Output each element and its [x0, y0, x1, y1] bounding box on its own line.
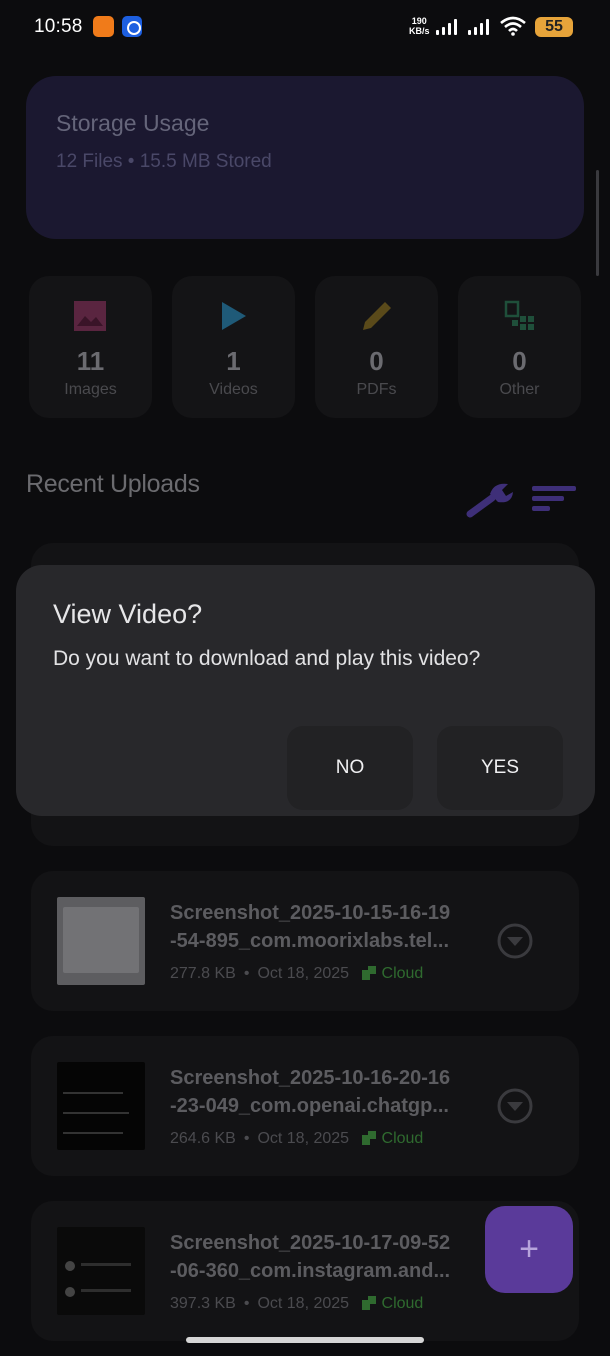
pencil-icon: [363, 302, 391, 330]
file-thumbnail: [57, 1062, 145, 1150]
file-thumbnail: [57, 897, 145, 985]
file-size: 277.8 KB: [170, 965, 236, 982]
file-location: Cloud: [381, 1130, 424, 1147]
category-videos[interactable]: 1 Videos: [172, 276, 295, 418]
dialog-title: View Video?: [53, 599, 203, 629]
file-name-line: -06-360_com.instagram.and...: [170, 1260, 451, 1282]
meta-separator: •: [243, 1295, 250, 1312]
category-label: Images: [64, 381, 117, 398]
dialog-message: Do you want to download and play this vi…: [53, 647, 481, 670]
category-other[interactable]: 0 Other: [458, 276, 581, 418]
category-label: Other: [499, 381, 540, 398]
storage-usage-card[interactable]: Storage Usage 12 Files • 15.5 MB Stored: [26, 76, 584, 239]
no-button[interactable]: NO: [287, 726, 413, 810]
meta-separator: •: [243, 1130, 250, 1147]
file-name: Screenshot_2025-10-17-09-52 -06-360_com.…: [170, 1229, 470, 1285]
home-indicator[interactable]: [186, 1337, 424, 1343]
app-notification-icon: [122, 16, 142, 37]
file-name-line: -54-895_com.moorixlabs.tel...: [170, 930, 450, 952]
category-label: PDFs: [356, 381, 397, 398]
file-thumbnail: [57, 1227, 145, 1315]
file-date: Oct 18, 2025: [257, 1295, 350, 1312]
category-count: 0: [512, 346, 527, 376]
network-speed-value: 190: [411, 16, 427, 26]
storage-title: Storage Usage: [56, 110, 210, 136]
file-size: 397.3 KB: [170, 1295, 236, 1312]
category-pdfs[interactable]: 0 PDFs: [315, 276, 438, 418]
file-name: Screenshot_2025-10-16-20-16 -23-049_com.…: [170, 1064, 470, 1120]
cloud-status-icon: [361, 966, 376, 980]
download-chevron-icon[interactable]: [497, 1088, 533, 1124]
file-size: 264.6 KB: [170, 1130, 236, 1147]
screen: 10:58 190 KB/s 55 Storage Usage 12 Files…: [0, 0, 610, 1356]
file-meta: 397.3 KB • Oct 18, 2025 Cloud: [170, 1295, 423, 1313]
temu-notification-icon: [93, 16, 114, 37]
category-count: 1: [226, 346, 241, 376]
file-name: Screenshot_2025-10-15-16-19 -54-895_com.…: [170, 899, 470, 955]
yes-button[interactable]: YES: [437, 726, 563, 810]
cloud-status-icon: [361, 1296, 376, 1310]
file-date: Oct 18, 2025: [257, 1130, 350, 1147]
file-name-line: Screenshot_2025-10-15-16-19: [170, 902, 451, 924]
wifi-icon: [500, 16, 526, 36]
category-count: 0: [369, 346, 384, 376]
apps-icon: [504, 300, 534, 330]
network-speed-unit: KB/s: [409, 26, 430, 36]
view-video-dialog: View Video? Do you want to download and …: [16, 565, 595, 816]
file-card[interactable]: Screenshot_2025-10-15-16-19 -54-895_com.…: [31, 871, 579, 1011]
download-chevron-icon[interactable]: [497, 923, 533, 959]
file-name-line: Screenshot_2025-10-16-20-16: [170, 1067, 451, 1089]
play-icon: [222, 302, 246, 330]
sort-icon[interactable]: [532, 484, 576, 514]
wrench-icon[interactable]: [466, 480, 516, 518]
category-images[interactable]: 11 Images: [29, 276, 152, 418]
cloud-status-icon: [361, 1131, 376, 1145]
file-location: Cloud: [381, 965, 424, 982]
file-name-line: Screenshot_2025-10-17-09-52: [170, 1232, 451, 1254]
signal-icon: [436, 18, 462, 35]
status-bar: 10:58 190 KB/s 55: [0, 0, 610, 56]
recent-uploads-title: Recent Uploads: [26, 470, 200, 498]
meta-separator: •: [243, 965, 250, 982]
file-location: Cloud: [381, 1295, 424, 1312]
category-label: Videos: [209, 381, 258, 398]
file-date: Oct 18, 2025: [257, 965, 350, 982]
battery-indicator: 55: [535, 17, 573, 37]
status-time: 10:58: [34, 16, 83, 37]
file-name-line: -23-049_com.openai.chatgp...: [170, 1095, 449, 1117]
storage-summary: 12 Files • 15.5 MB Stored: [56, 151, 272, 172]
file-card[interactable]: Screenshot_2025-10-16-20-16 -23-049_com.…: [31, 1036, 579, 1176]
signal-icon-2: [468, 18, 494, 35]
image-icon: [74, 301, 106, 331]
file-meta: 277.8 KB • Oct 18, 2025 Cloud: [170, 965, 423, 983]
add-file-button[interactable]: +: [485, 1206, 573, 1293]
scrollbar[interactable]: [596, 170, 599, 276]
network-speed: 190 KB/s: [409, 16, 430, 36]
category-count: 11: [76, 346, 105, 376]
file-meta: 264.6 KB • Oct 18, 2025 Cloud: [170, 1130, 423, 1148]
